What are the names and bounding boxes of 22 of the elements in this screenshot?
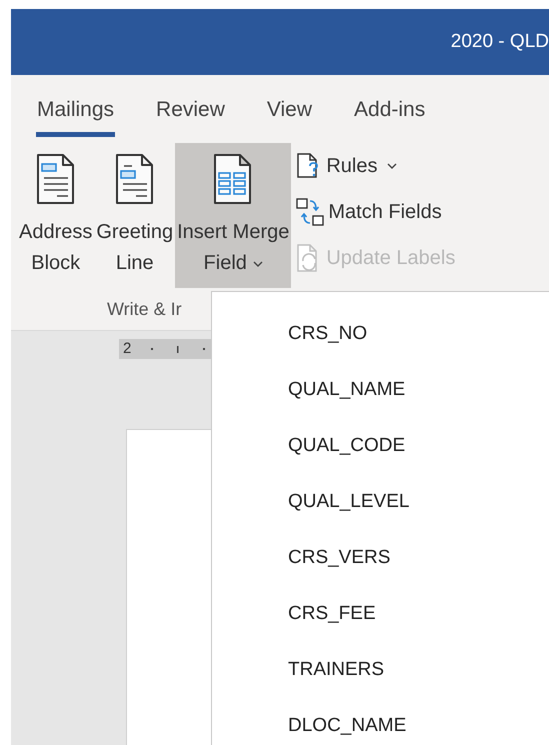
ribbon-button[interactable]: Insert Merge Field: [175, 143, 292, 288]
ribbon-button[interactable]: Greeting Line: [94, 143, 176, 288]
ribbon-button[interactable]: Address Block: [17, 143, 94, 288]
ribbon-button[interactable]: Rules: [295, 145, 456, 187]
menu-item[interactable]: CRS_NO: [212, 306, 549, 362]
window-title: 2020 - QLD: [450, 30, 549, 54]
menu-item[interactable]: QUAL_CODE: [212, 418, 549, 474]
group-label: Write & Ir: [107, 298, 182, 321]
menu-item[interactable]: TRAINERS: [212, 642, 549, 698]
menu-item[interactable]: CRS_FEE: [212, 586, 549, 642]
menu-item[interactable]: QUAL_NAME: [212, 362, 549, 418]
ribbon-tab[interactable]: Review: [155, 94, 226, 136]
menu-item[interactable]: DLOC_NAME: [212, 698, 549, 745]
document-icon: [114, 153, 156, 207]
ribbon-tab[interactable]: View: [266, 94, 314, 136]
ribbon-tab[interactable]: Add-ins: [353, 94, 426, 136]
menu-item[interactable]: QUAL_LEVEL: [212, 474, 549, 530]
match-fields-icon: [295, 197, 326, 227]
ribbon-button[interactable]: Match Fields: [295, 191, 456, 233]
menu-item[interactable]: CRS_VERS: [212, 530, 549, 586]
ruler-number: 2: [123, 338, 132, 359]
document-icon: [34, 153, 77, 207]
